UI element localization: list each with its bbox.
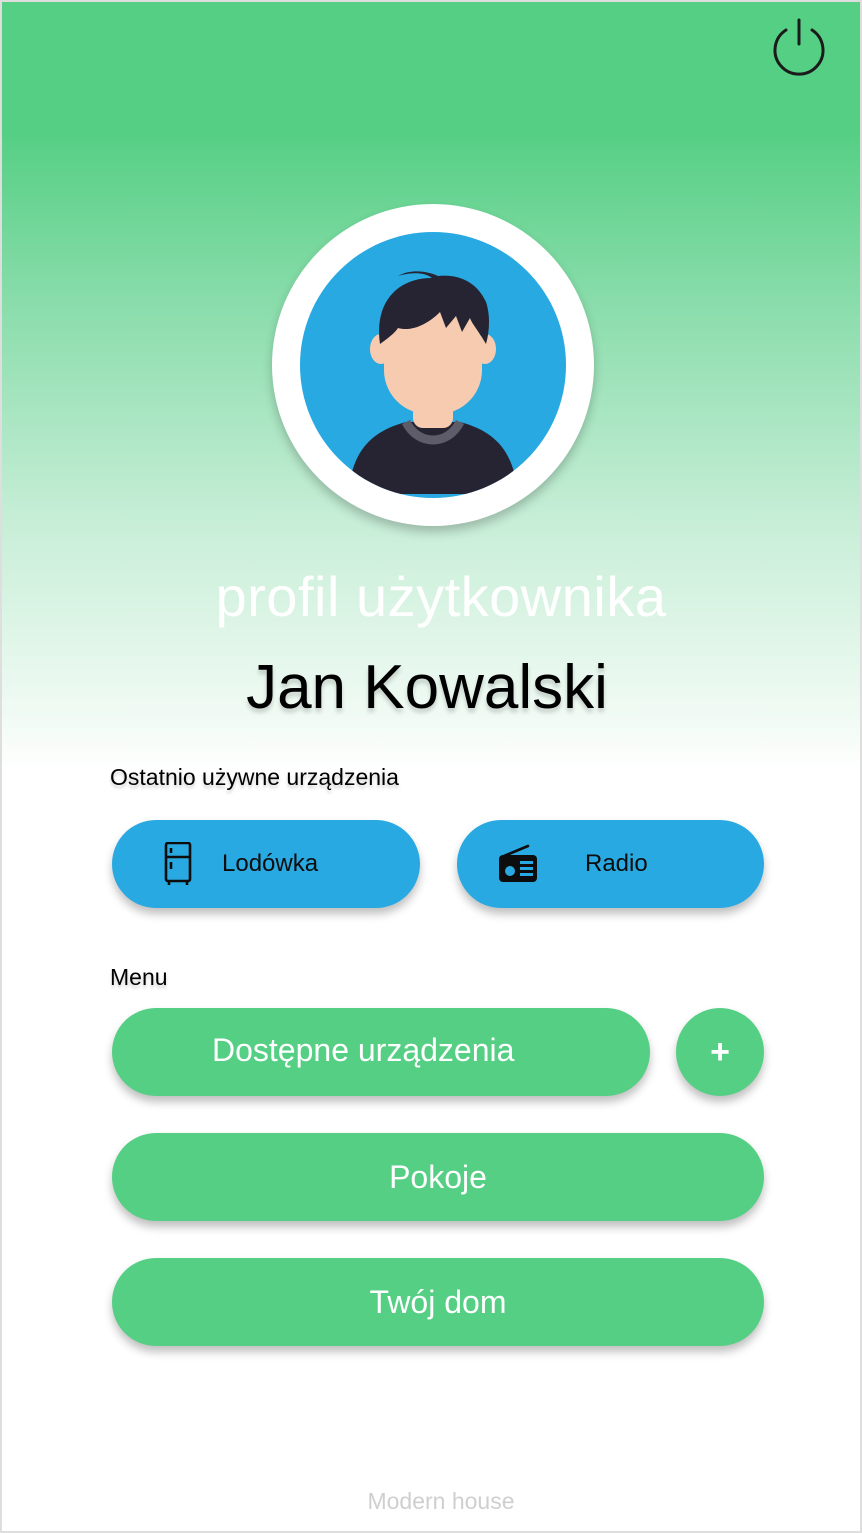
menu-item-label: Twój dom xyxy=(369,1283,507,1320)
rooms-button[interactable]: Pokoje xyxy=(112,1133,764,1221)
profile-heading: profil użytkownika xyxy=(215,565,667,628)
recent-device-radio-button[interactable]: Radio xyxy=(457,820,764,908)
power-icon xyxy=(773,18,825,76)
recent-device-label: Lodówka xyxy=(222,850,319,877)
footer-brand: Modern house xyxy=(367,1488,515,1514)
available-devices-button[interactable]: Dostępne urządzenia xyxy=(112,1008,650,1096)
power-button[interactable] xyxy=(768,16,830,78)
profile-screen: profil użytkownika Jan Kowalski Ostatnio… xyxy=(0,0,862,1533)
menu-section-label: Menu xyxy=(110,964,168,990)
radio-icon xyxy=(499,844,537,882)
menu-item-label: Dostępne urządzenia xyxy=(212,1032,515,1068)
user-name: Jan Kowalski xyxy=(246,653,608,722)
user-avatar-icon xyxy=(348,271,518,494)
recent-devices-label: Ostatnio używne urządzenia xyxy=(110,764,399,790)
avatar xyxy=(272,204,594,526)
add-device-button[interactable]: + xyxy=(676,1008,764,1096)
avatar-circle xyxy=(300,232,566,498)
recent-device-fridge-button[interactable]: Lodówka xyxy=(112,820,420,908)
your-home-button[interactable]: Twój dom xyxy=(112,1258,764,1346)
recent-device-label: Radio xyxy=(585,850,648,877)
fridge-icon xyxy=(164,842,192,885)
plus-icon: + xyxy=(710,1032,730,1071)
menu-item-label: Pokoje xyxy=(389,1158,487,1195)
